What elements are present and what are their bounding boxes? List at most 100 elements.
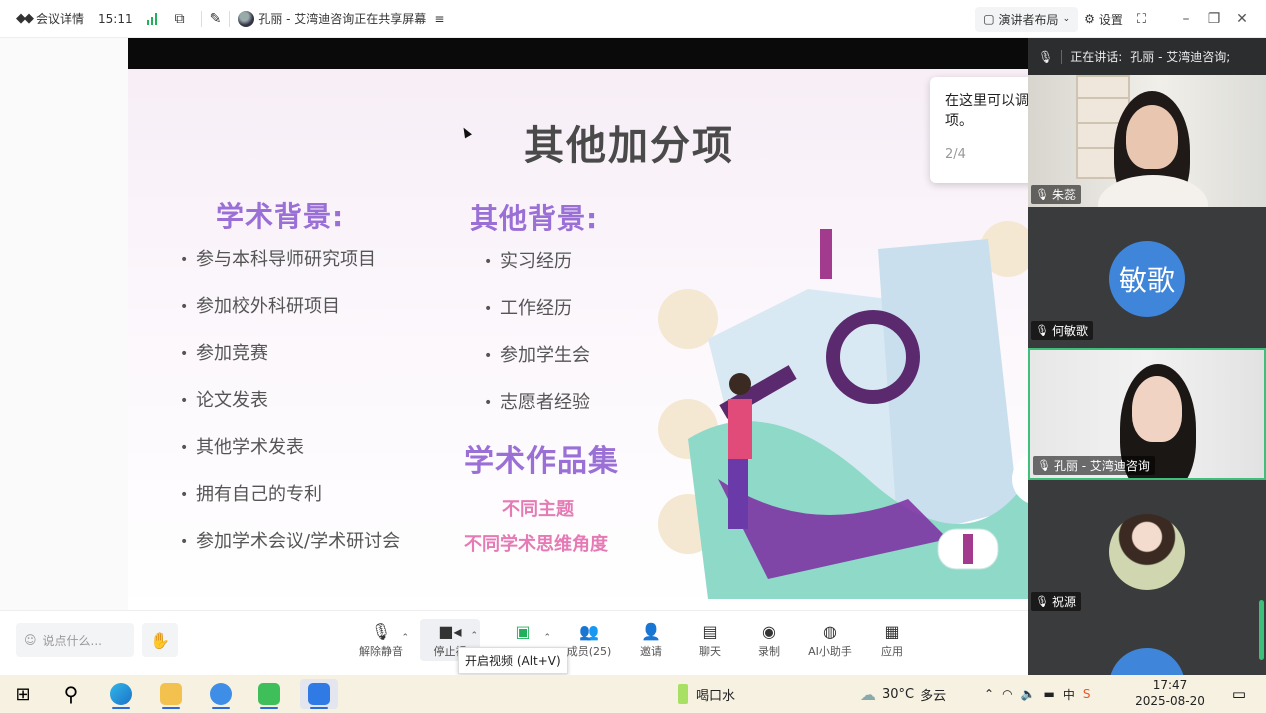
fullscreen-icon[interactable]: ⛶ [1137,12,1146,27]
chat-input[interactable]: ☺ 说点什么... [16,623,134,657]
record-button[interactable]: ◉ 录制 [739,621,799,659]
system-clock[interactable]: 17:47 2025-08-20 [1130,677,1210,709]
network-signal-icon[interactable] [146,12,157,25]
ime-indicator[interactable]: 中 [1063,686,1075,703]
chat-button[interactable]: ▤ 聊天 [680,621,740,659]
participant-name: 何敏歌 [1051,324,1088,338]
layout-button[interactable]: ▢ 演讲者布局 ⌄ [975,6,1079,32]
chevron-up-icon[interactable]: ⌃ [543,633,551,643]
drink-water-label: 喝口水 [696,688,736,704]
speaking-label: 正在讲话: [1070,50,1123,64]
divider [1061,49,1063,64]
emoji-icon[interactable]: ☺ [24,633,37,647]
participant-tile[interactable]: 🎙 朱蕊 [1028,75,1266,207]
members-button[interactable]: 👥 成员(25) [559,621,619,659]
meeting-details-button[interactable]: ◆◆ 会议详情 [16,10,84,27]
slide-top-bar [128,38,1028,69]
participant-tile[interactable]: 🎙 祝源 [1028,482,1266,614]
sharing-status-label: 孔丽 - 艾湾迪咨询正在共享屏幕 [258,12,427,26]
academic-background-heading: 学术背景: [216,200,345,233]
clock-date: 2025-08-20 [1135,694,1205,708]
minimize-button[interactable]: – [1172,11,1200,27]
other-background-heading: 其他背景: [470,202,599,235]
popout-icon[interactable]: ⧉ [175,11,185,27]
participant-panel: 🎙 正在讲话: 孔丽 - 艾湾迪咨询; 🎙 朱蕊 敏歌 🎙 何敏歌 🎙 孔丽 -… [1028,38,1266,675]
close-button[interactable]: ✕ [1228,11,1256,27]
meeting-details-label: 会议详情 [36,12,85,26]
system-tray: ⌃ ◠ 🔈 ▬ 中 S [984,675,1090,713]
speaking-name: 孔丽 - 艾湾迪咨询; [1130,50,1231,64]
mouse-cursor-icon [460,125,472,139]
tencent-meeting-logo-icon: ◆◆ [16,11,34,26]
mic-on-icon: 🎙 [1037,459,1051,472]
weather-desc: 多云 [920,688,947,704]
kuwo-app-icon[interactable] [202,679,240,709]
record-label: 录制 [758,645,780,658]
weather-temp: 30°C [882,686,915,702]
invite-button[interactable]: 👤 邀请 [621,621,681,659]
chevron-down-icon: ⌄ [1062,14,1071,24]
edge-browser-icon[interactable] [102,679,140,709]
portfolio-line-2: 不同学术思维角度 [464,534,608,555]
unmute-label: 解除静音 [359,645,403,658]
share-screen-button[interactable]: ▣ ⌃ [493,621,553,643]
notification-icon[interactable]: ▭ [1220,679,1258,709]
weather-widget[interactable]: ☁ 30°C 多云 [860,675,946,713]
mic-muted-icon: 🎙 [1035,188,1049,201]
topbar-right: ▢ 演讲者布局 ⌄ ⚙ 设置 ⛶ – ❐ ✕ [975,0,1266,38]
wifi-icon[interactable]: ◠ [1002,687,1012,701]
participant-tile[interactable] [1028,618,1266,675]
search-icon[interactable]: ⚲ [52,679,90,709]
sogou-ime-icon[interactable]: S [1083,687,1091,701]
meeting-toolbar: ☺ 说点什么... ✋ 🎙 解除静音 ⌃ ■◂ 停止视 ⌃ ▣ ⌃ 开启视频 (… [0,610,1028,674]
meeting-window: ◆◆ 会议详情 15:11 ⧉ ✎ 孔丽 - 艾湾迪咨询正在共享屏幕 ≡ ▢ 演… [0,0,1266,713]
chat-placeholder: 说点什么... [42,633,102,648]
raise-hand-button[interactable]: ✋ [142,623,178,657]
list-item: 拥有自己的专利 [180,484,400,531]
battery-icon[interactable]: ▬ [1044,687,1055,701]
portfolio-heading: 学术作品集 [464,444,619,479]
wechat-icon[interactable] [250,679,288,709]
volume-icon[interactable]: 🔈 [1021,687,1036,701]
list-item: 实习经历 [484,251,590,298]
academic-background-list: 参与本科导师研究项目 参加校外科研项目 参加竞赛 论文发表 其他学术发表 拥有自… [180,249,400,578]
mic-muted-icon: 🎙 [1035,324,1049,337]
file-explorer-icon[interactable] [152,679,190,709]
layout-icon: ▢ [983,12,995,26]
participant-tile[interactable]: 敏歌 🎙 何敏歌 [1028,211,1266,343]
apps-button[interactable]: ▦ 应用 [862,621,922,659]
drink-water-widget[interactable]: 喝口水 [678,675,735,713]
cup-icon [678,684,688,704]
annotate-icon[interactable]: ✎ [210,11,222,27]
members-label: 成员(25) [566,645,612,658]
chevron-up-icon[interactable]: ⌃ [401,633,409,643]
settings-button[interactable]: ⚙ 设置 [1084,11,1123,28]
list-item: 论文发表 [180,390,400,437]
participant-name: 祝源 [1051,595,1076,609]
windows-start-icon[interactable]: ⊞ [4,679,42,709]
hand-icon: ✋ [150,630,170,650]
slide-title: 其他加分项 [524,123,734,169]
unmute-button[interactable]: 🎙 解除静音 ⌃ [351,621,411,659]
speaking-indicator: 🎙 正在讲话: 孔丽 - 艾湾迪咨询; [1028,38,1266,75]
chevron-up-icon[interactable]: ⌃ [470,631,478,641]
list-item: 其他学术发表 [180,437,400,484]
list-item: 参与本科导师研究项目 [180,249,400,296]
tencent-meeting-taskbar-icon[interactable] [300,679,338,709]
members-icon: 👥 [579,622,599,641]
meeting-clock: 15:11 [98,11,133,26]
menu-icon[interactable]: ≡ [434,12,444,26]
participant-name: 朱蕊 [1051,188,1076,202]
ai-assistant-button[interactable]: ◍ AI小助手 [800,621,860,659]
panel-scrollbar[interactable] [1259,600,1264,660]
ai-assistant-icon: ◍ [823,622,837,641]
list-item: 参加校外科研项目 [180,296,400,343]
other-background-list: 实习经历 工作经历 参加学生会 志愿者经验 [484,251,590,439]
invite-label: 邀请 [640,645,662,658]
chevron-up-icon[interactable]: ⌃ [984,687,994,701]
shared-slide: 其他加分项 学术背景: 参与本科导师研究项目 参加校外科研项目 参加竞赛 论文发… [128,69,1028,610]
participant-tile-active-speaker[interactable]: 🎙 孔丽 - 艾湾迪咨询 [1028,348,1266,480]
restore-button[interactable]: ❐ [1200,11,1228,27]
participant-name: 孔丽 - 艾湾迪咨询 [1053,459,1150,473]
ai-assistant-label: AI小助手 [808,645,852,658]
